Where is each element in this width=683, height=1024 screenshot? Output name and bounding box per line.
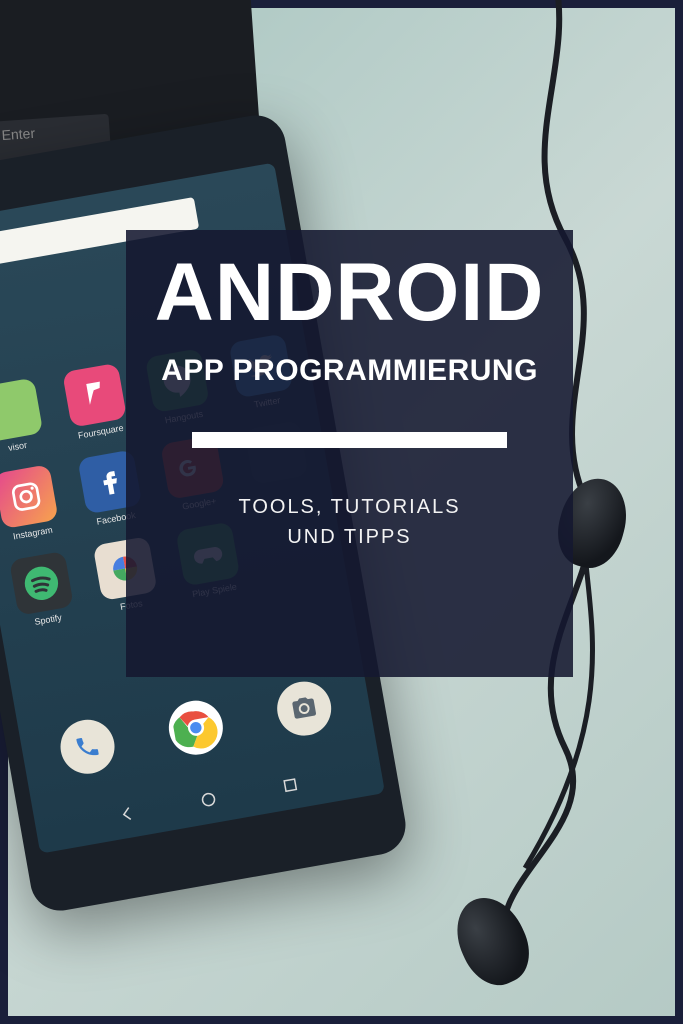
app-label: Spotify [34,612,63,627]
overlay-title: ANDROID [155,256,545,330]
app-item: Instagram [0,462,71,544]
app-icon [9,551,74,616]
app-label: visor [7,440,27,453]
app-icon [0,378,44,443]
overlay-subtitle: APP PROGRAMMIERUNG [161,354,538,388]
nav-home-icon [198,789,219,810]
app-item: visor [0,376,56,458]
app-icon [0,464,59,529]
tagline-line2: UND TIPPS [287,526,411,548]
dock-chrome-icon [165,696,228,759]
dock-phone-icon [56,716,119,779]
app-item: Spotify [0,549,87,631]
earbud [444,886,541,995]
nav-back-icon [116,804,137,825]
app-label: Instagram [12,525,53,542]
text-overlay-card: ANDROID APP PROGRAMMIERUNG TOOLS, TUTORI… [126,230,573,677]
overlay-divider [192,432,507,448]
app-icon [62,363,127,428]
overlay-tagline: TOOLS, TUTORIALS UND TIPPS [238,492,460,552]
phone-dock [29,672,363,782]
phone-nav-bar [84,769,333,830]
dock-camera-icon [273,677,336,740]
tagline-line1: TOOLS, TUTORIALS [238,496,460,518]
nav-recent-icon [280,775,301,796]
